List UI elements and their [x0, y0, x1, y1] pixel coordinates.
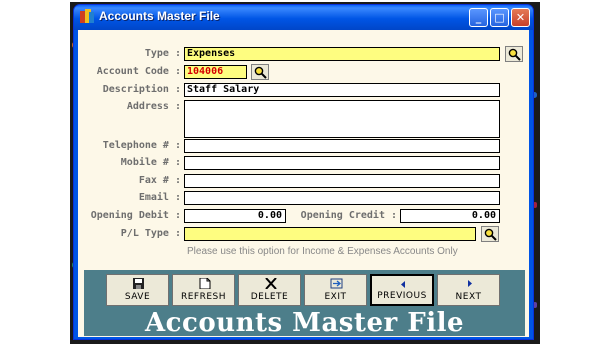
email-label: Email : [138, 192, 181, 203]
next-label: NEXT [455, 292, 482, 302]
previous-label: PREVIOUS [377, 291, 427, 301]
accounts-master-window: Accounts Master File _ □ ✕ Type : Expens… [73, 4, 534, 340]
exit-arrow-icon [330, 278, 343, 289]
fax-label: Fax # : [138, 175, 181, 186]
left-arrow-icon [401, 281, 405, 288]
delete-x-icon [265, 278, 277, 289]
pl-type-field[interactable] [184, 227, 476, 241]
document-icon [199, 278, 211, 289]
description-field[interactable]: Staff Salary [184, 83, 500, 97]
address-field[interactable] [184, 100, 500, 138]
opening-credit-field[interactable]: 0.00 [400, 209, 500, 223]
pl-type-lookup-button[interactable] [481, 226, 499, 242]
delete-button[interactable]: DELETE [238, 274, 301, 306]
opening-debit-field[interactable]: 0.00 [184, 209, 286, 223]
mobile-field[interactable] [184, 156, 500, 170]
mobile-label: Mobile # : [120, 157, 181, 168]
banner-title: Accounts Master File [144, 308, 464, 338]
type-label: Type : [144, 48, 181, 59]
maximize-button[interactable]: □ [490, 8, 509, 27]
window-title: Accounts Master File [99, 9, 220, 23]
pl-type-hint: Please use this option for Income & Expe… [187, 246, 458, 257]
delete-label: DELETE [250, 292, 289, 302]
save-button[interactable]: SAVE [106, 274, 169, 306]
form-area: Type : Expenses Account Code : 104006 De… [78, 30, 529, 338]
opening-credit-label: Opening Credit : [300, 210, 397, 221]
next-button[interactable]: NEXT [437, 274, 500, 306]
magnifier-icon [484, 228, 497, 241]
account-code-label: Account Code : [96, 66, 181, 77]
save-label: SAVE [124, 292, 151, 302]
app-icon [79, 9, 95, 25]
opening-debit-label: Opening Debit : [90, 210, 181, 221]
email-field[interactable] [184, 191, 500, 205]
minimize-button[interactable]: _ [469, 8, 488, 27]
floppy-disk-icon [133, 278, 144, 289]
refresh-label: REFRESH [180, 292, 227, 302]
exit-label: EXIT [324, 292, 347, 302]
account-code-field[interactable]: 104006 [184, 65, 247, 79]
type-lookup-button[interactable] [505, 46, 523, 62]
title-bar[interactable]: Accounts Master File _ □ ✕ [74, 5, 533, 30]
description-label: Description : [102, 84, 181, 95]
pl-type-label: P/L Type : [120, 228, 181, 239]
previous-button[interactable]: PREVIOUS [370, 274, 434, 306]
account-code-lookup-button[interactable] [251, 64, 269, 80]
right-arrow-icon [468, 280, 472, 287]
exit-button[interactable]: EXIT [304, 274, 367, 306]
fax-field[interactable] [184, 174, 500, 188]
telephone-label: Telephone # : [102, 140, 181, 151]
close-button[interactable]: ✕ [511, 8, 530, 27]
magnifier-icon [254, 66, 267, 79]
refresh-button[interactable]: REFRESH [172, 274, 235, 306]
type-field[interactable]: Expenses [184, 47, 500, 61]
magnifier-icon [508, 48, 521, 61]
action-panel: SAVE REFRESH DELETE EXIT PREVIOUS NEXT A… [84, 270, 525, 338]
address-label: Address : [126, 101, 181, 112]
telephone-field[interactable] [184, 139, 500, 153]
